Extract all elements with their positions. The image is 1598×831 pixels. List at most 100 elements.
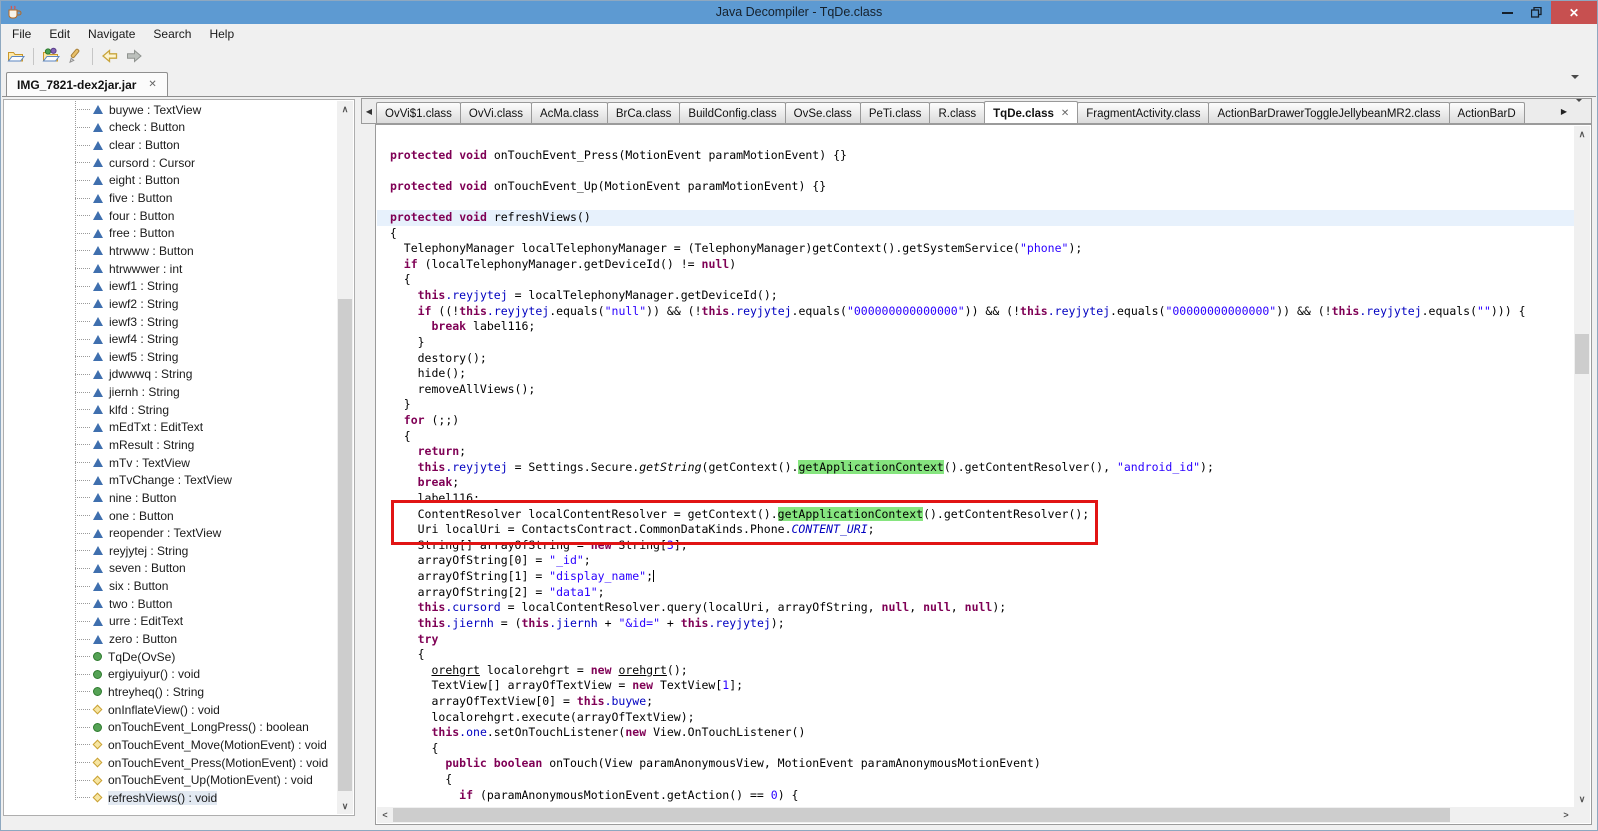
menu-search[interactable]: Search [144, 25, 200, 43]
open-type-button[interactable] [40, 45, 62, 67]
tab-ovvi-class[interactable]: OvVi.class [460, 102, 532, 124]
tree-scrollbar-thumb[interactable] [338, 299, 352, 791]
tree-item[interactable]: iewf4 : String [5, 330, 337, 348]
tab-acma-class[interactable]: AcMa.class [531, 102, 608, 124]
tab-buildconfig-class[interactable]: BuildConfig.class [679, 102, 785, 124]
tree-item[interactable]: nine : Button [5, 489, 337, 507]
tab-brca-class[interactable]: BrCa.class [607, 102, 681, 124]
search-button[interactable] [64, 45, 86, 67]
tree-scrollbar[interactable]: ∧ ∨ [337, 101, 353, 814]
tab-close-icon[interactable]: ✕ [1061, 108, 1069, 119]
code-editor[interactable]: protected void onTouchEvent_Press(Motion… [377, 126, 1574, 807]
field-icon [93, 529, 103, 538]
tabs-scroll-right-button[interactable]: ▶ [1561, 107, 1567, 116]
tree-item[interactable]: reopender : TextView [5, 524, 337, 542]
tree-item[interactable]: ergiyuiyur() : void [5, 666, 337, 684]
tree-item[interactable]: clear : Button [5, 136, 337, 154]
tree-item[interactable]: onInflateView() : void [5, 701, 337, 719]
tree-item[interactable]: buywe : TextView [5, 101, 337, 119]
code-horizontal-scrollbar[interactable]: < > [377, 807, 1574, 823]
tree-item[interactable]: mTv : TextView [5, 454, 337, 472]
search-highlight: getApplicationContext [798, 460, 943, 474]
tab-peti-class[interactable]: PeTi.class [860, 102, 931, 124]
code-hscrollbar-thumb[interactable] [393, 808, 1450, 822]
tree-item[interactable]: onTouchEvent_Press(MotionEvent) : void [5, 754, 337, 772]
menu-navigate[interactable]: Navigate [79, 25, 144, 43]
code-line: protected void onTouchEvent_Press(Motion… [377, 148, 1574, 164]
tree-item[interactable]: iewf5 : String [5, 348, 337, 366]
field-icon [93, 335, 103, 344]
tree-item[interactable]: htreyheq() : String [5, 683, 337, 701]
tree-item[interactable]: iewf2 : String [5, 295, 337, 313]
tree-item[interactable]: iewf3 : String [5, 313, 337, 331]
tree-item[interactable]: refreshViews() : void [5, 789, 337, 807]
tree-item[interactable]: iewf1 : String [5, 277, 337, 295]
open-archive-button[interactable] [5, 45, 27, 67]
code-line: removeAllViews(); [377, 382, 1574, 398]
scroll-up-icon[interactable]: ∧ [337, 101, 353, 117]
tabs-scroll-left-button[interactable]: ◀ [362, 99, 376, 123]
code-vertical-scrollbar[interactable]: ∧ ∨ [1574, 126, 1590, 807]
field-icon [93, 582, 103, 591]
tree-item[interactable]: onTouchEvent_LongPress() : boolean [5, 718, 337, 736]
tree-item[interactable]: mResult : String [5, 436, 337, 454]
tabs-overflow-controls: ▶ [1553, 99, 1591, 123]
scroll-down-icon[interactable]: ∨ [1574, 791, 1590, 807]
tree-item-label: iewf2 : String [109, 297, 178, 311]
tree-item[interactable]: five : Button [5, 189, 337, 207]
menu-file[interactable]: File [3, 25, 40, 43]
tree-item-label: reyjytej : String [109, 544, 188, 558]
scroll-right-icon[interactable]: > [1558, 807, 1574, 823]
tab-actionbardrawertogglejellybeanmr2-class[interactable]: ActionBarDrawerToggleJellybeanMR2.class [1208, 102, 1449, 124]
menu-edit[interactable]: Edit [40, 25, 79, 43]
tree-item[interactable]: check : Button [5, 119, 337, 137]
scroll-down-icon[interactable]: ∨ [337, 798, 353, 814]
tree-item[interactable]: mEdTxt : EditText [5, 419, 337, 437]
tree-item[interactable]: klfd : String [5, 401, 337, 419]
menu-help[interactable]: Help [200, 25, 243, 43]
tree-item[interactable]: reyjytej : String [5, 542, 337, 560]
code-line-selected: protected void refreshViews() [377, 210, 1574, 226]
tree-item[interactable]: TqDe(OvSe) [5, 648, 337, 666]
tab-ovse-class[interactable]: OvSe.class [785, 102, 861, 124]
tree-item[interactable]: onTouchEvent_Up(MotionEvent) : void [5, 771, 337, 789]
jar-tab[interactable]: IMG_7821-dex2jar.jar ✕ [6, 72, 168, 96]
minimize-button[interactable] [1493, 1, 1522, 24]
tree-item[interactable]: six : Button [5, 577, 337, 595]
tabs-list-button[interactable] [1575, 102, 1585, 120]
tree-item[interactable]: jiernh : String [5, 383, 337, 401]
tree-item[interactable]: two : Button [5, 595, 337, 613]
tree-item[interactable]: cursord : Cursor [5, 154, 337, 172]
scroll-up-icon[interactable]: ∧ [1574, 126, 1590, 142]
tree-item[interactable]: htrwwwer : int [5, 260, 337, 278]
tree-item[interactable]: urre : EditText [5, 613, 337, 631]
tree-item[interactable]: htrwww : Button [5, 242, 337, 260]
tree-item[interactable]: onTouchEvent_Move(MotionEvent) : void [5, 736, 337, 754]
tree-item[interactable]: eight : Button [5, 172, 337, 190]
tab-r-class[interactable]: R.class [929, 102, 985, 124]
tree-item[interactable]: one : Button [5, 507, 337, 525]
field-icon [93, 388, 103, 397]
tab-actionbard[interactable]: ActionBarD [1449, 102, 1525, 124]
tree-item[interactable]: zero : Button [5, 630, 337, 648]
tree-item[interactable]: seven : Button [5, 560, 337, 578]
tree-item[interactable]: jdwwwq : String [5, 366, 337, 384]
restore-button[interactable] [1522, 1, 1551, 24]
back-button[interactable] [99, 45, 121, 67]
jar-tab-list-icon[interactable] [1571, 79, 1581, 97]
tab-ovvi-1-class[interactable]: OvVi$1.class [376, 102, 461, 124]
field-icon [93, 211, 103, 220]
jar-tab-close-icon[interactable]: ✕ [148, 79, 156, 90]
tab-tqde-class[interactable]: TqDe.class✕ [984, 101, 1078, 124]
window-title: Java Decompiler - TqDe.class [1, 1, 1597, 24]
tree-item[interactable]: four : Button [5, 207, 337, 225]
search-pen-icon [66, 47, 84, 65]
close-button[interactable]: ✕ [1551, 1, 1597, 24]
tab-fragmentactivity-class[interactable]: FragmentActivity.class [1077, 102, 1209, 124]
code-vscrollbar-thumb[interactable] [1575, 334, 1589, 374]
tree-item[interactable]: mTvChange : TextView [5, 471, 337, 489]
scroll-left-icon[interactable]: < [377, 807, 393, 823]
forward-button[interactable] [123, 45, 145, 67]
method-icon [93, 723, 102, 732]
tree-item[interactable]: free : Button [5, 224, 337, 242]
